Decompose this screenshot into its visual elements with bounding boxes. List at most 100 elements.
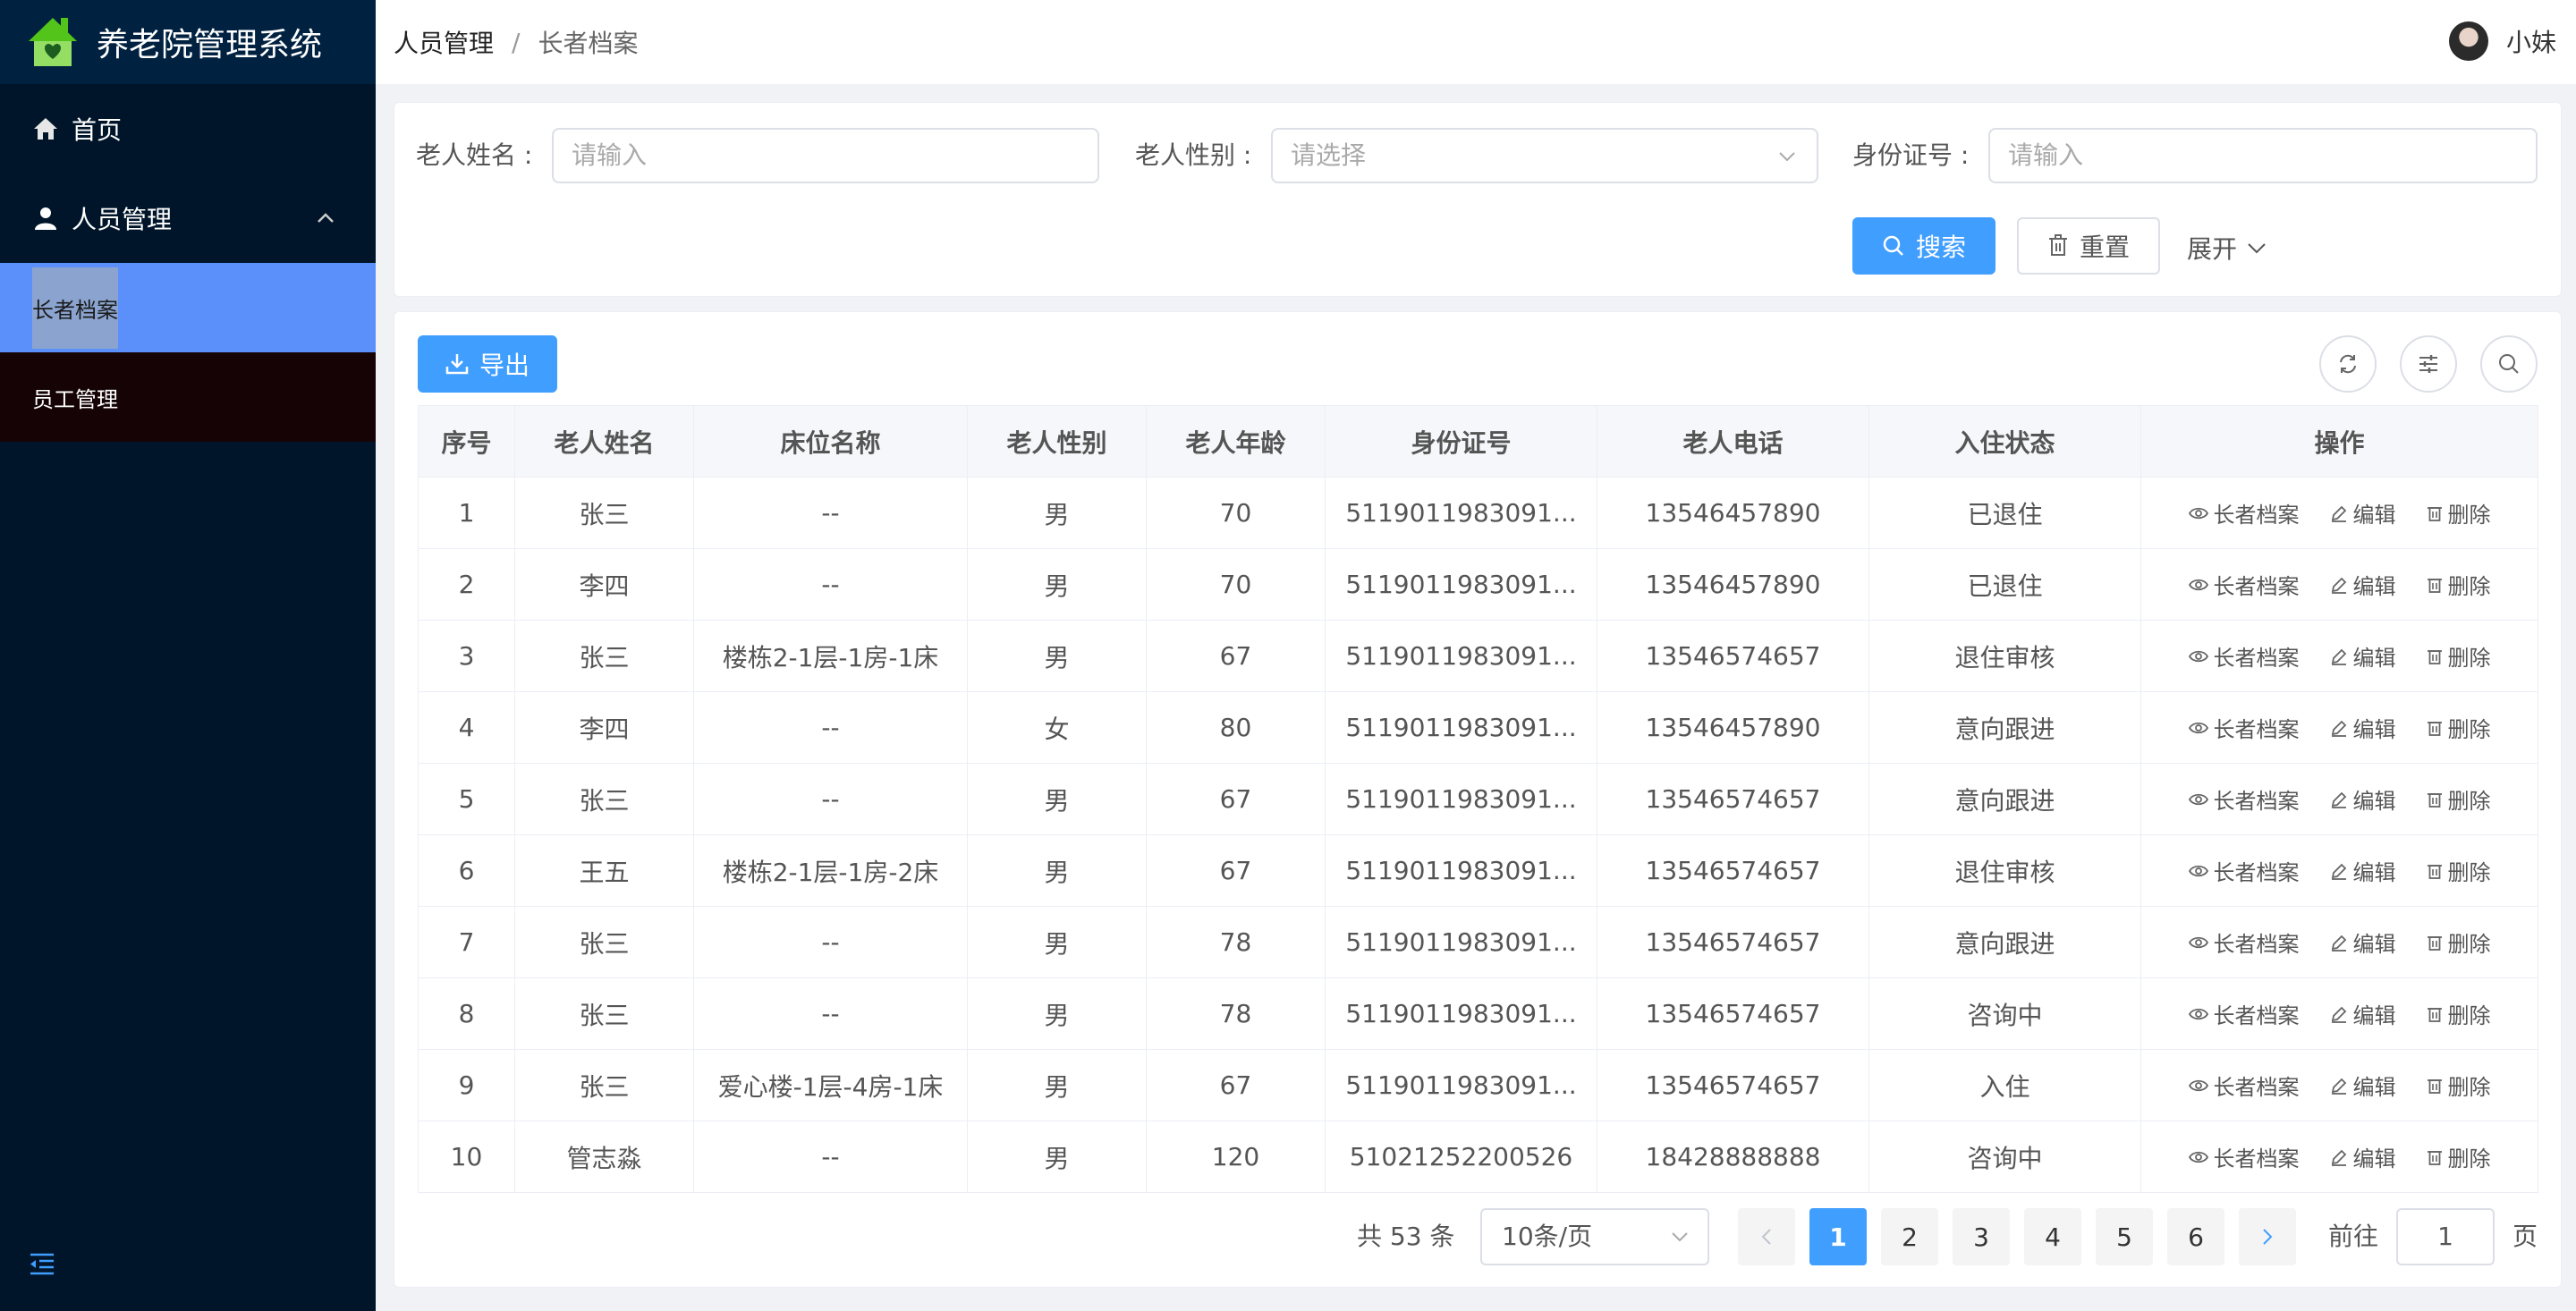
col-header-gender: 老人性别 xyxy=(967,405,1147,478)
logo-row: 养老院管理系统 xyxy=(0,0,376,84)
user-menu[interactable]: 小妹 xyxy=(2448,21,2556,61)
cell-age: 120 xyxy=(1146,1121,1326,1193)
cell-phone: 13546574657 xyxy=(1597,1049,1869,1121)
table-search-button[interactable] xyxy=(2480,335,2538,393)
page-button-2[interactable]: 2 xyxy=(1881,1208,1938,1265)
view-archive-link[interactable]: 长者档案 xyxy=(2188,712,2300,743)
download-icon xyxy=(445,354,469,375)
delete-link[interactable]: 删除 xyxy=(2427,640,2491,672)
cell-age: 78 xyxy=(1146,977,1326,1050)
page-button-4[interactable]: 4 xyxy=(2024,1208,2081,1265)
avatar[interactable] xyxy=(2448,21,2488,61)
delete-link[interactable]: 删除 xyxy=(2427,926,2491,958)
expand-toggle[interactable]: 展开 xyxy=(2187,230,2267,266)
delete-link[interactable]: 删除 xyxy=(2427,1070,2491,1101)
eye-icon xyxy=(2188,650,2208,662)
cell-index: 7 xyxy=(418,906,515,978)
delete-link[interactable]: 删除 xyxy=(2427,998,2491,1029)
view-archive-label: 长者档案 xyxy=(2213,789,2300,814)
edit-link[interactable]: 编辑 xyxy=(2330,640,2396,672)
edit-label: 编辑 xyxy=(2352,1003,2396,1028)
cell-name: 张三 xyxy=(514,763,694,835)
edit-link[interactable]: 编辑 xyxy=(2330,569,2396,600)
view-archive-link[interactable]: 长者档案 xyxy=(2188,1070,2300,1101)
edit-link[interactable]: 编辑 xyxy=(2330,926,2396,958)
breadcrumb-current: 长者档案 xyxy=(538,29,639,58)
table-row: 3 张三 楼栋2-1层-1房-1床男 67 5119011983091... 135465… xyxy=(418,620,2538,692)
page-button-6[interactable]: 6 xyxy=(2167,1208,2224,1265)
edit-link[interactable]: 编辑 xyxy=(2330,497,2396,529)
page-button-1[interactable]: 1 xyxy=(1809,1208,1867,1265)
page-size-select[interactable]: 10条/页 xyxy=(1480,1208,1709,1265)
sidebar: 养老院管理系统 首页 人员管理 长者档案 员工管理 xyxy=(0,0,376,1311)
sidebar-group-personnel[interactable]: 人员管理 xyxy=(0,173,376,263)
delete-link[interactable]: 删除 xyxy=(2427,783,2491,815)
page-button-5[interactable]: 5 xyxy=(2096,1208,2153,1265)
sliders-icon xyxy=(2419,355,2437,373)
cell-status: 意向跟进 xyxy=(1868,763,2141,835)
table-row: 5 张三 -- 男 67 5119011983091... 13546574657 意向跟进长… xyxy=(418,763,2538,835)
view-archive-link[interactable]: 长者档案 xyxy=(2188,569,2300,600)
sidebar-item-staff[interactable]: 员工管理 xyxy=(0,352,376,442)
goto-page-input[interactable]: 1 xyxy=(2396,1208,2495,1265)
edit-link[interactable]: 编辑 xyxy=(2330,783,2396,815)
expand-label: 展开 xyxy=(2187,234,2238,264)
next-page-button[interactable] xyxy=(2239,1208,2296,1265)
edit-link[interactable]: 编辑 xyxy=(2330,998,2396,1029)
delete-label: 删除 xyxy=(2447,1146,2491,1171)
refresh-button[interactable] xyxy=(2319,335,2377,393)
view-archive-link[interactable]: 长者档案 xyxy=(2188,497,2300,529)
cell-actions: 长者档案 编辑 删除 xyxy=(2140,548,2538,621)
user-name[interactable]: 小妹 xyxy=(2506,23,2556,59)
delete-link[interactable]: 删除 xyxy=(2427,1141,2491,1172)
cell-name: 李四 xyxy=(514,548,694,621)
cell-name: 李四 xyxy=(514,691,694,764)
view-archive-link[interactable]: 长者档案 xyxy=(2188,926,2300,958)
edit-link[interactable]: 编辑 xyxy=(2330,1141,2396,1172)
breadcrumb-parent[interactable]: 人员管理 xyxy=(394,24,494,60)
search-button[interactable]: 搜索 xyxy=(1852,217,1996,275)
name-input[interactable]: 请输入 xyxy=(552,128,1099,183)
edit-label: 编辑 xyxy=(2352,717,2396,742)
view-archive-link[interactable]: 长者档案 xyxy=(2188,1141,2300,1172)
export-button[interactable]: 导出 xyxy=(418,335,557,393)
sidebar-item-home[interactable]: 首页 xyxy=(0,84,376,173)
page-button-3[interactable]: 3 xyxy=(1953,1208,2010,1265)
view-archive-link[interactable]: 长者档案 xyxy=(2188,855,2300,886)
cell-phone: 13546574657 xyxy=(1597,620,1869,692)
elder-table: 序号 老人姓名 床位名称 老人性别 老人年龄 身份证号 老人电话 入住状态 操作… xyxy=(418,405,2538,1193)
reset-button[interactable]: 重置 xyxy=(2017,217,2160,275)
delete-link[interactable]: 删除 xyxy=(2427,569,2491,600)
table-row: 9 张三 爱心楼-1层-4房-1床男 67 5119011983091... 135465… xyxy=(418,1049,2538,1121)
view-archive-link[interactable]: 长者档案 xyxy=(2188,998,2300,1029)
cell-gender: 男 xyxy=(967,620,1147,692)
menu-fold-icon[interactable] xyxy=(29,1252,55,1275)
cell-actions: 长者档案 编辑 删除 xyxy=(2140,834,2538,907)
sidebar-item-elder-archive[interactable]: 长者档案 xyxy=(0,263,376,352)
cell-age: 70 xyxy=(1146,548,1326,621)
cell-age: 67 xyxy=(1146,834,1326,907)
cell-bed: -- xyxy=(693,763,968,835)
delete-link[interactable]: 删除 xyxy=(2427,497,2491,529)
delete-label: 删除 xyxy=(2447,932,2491,957)
cell-index: 3 xyxy=(418,620,515,692)
page-unit-label: 页 xyxy=(2512,1222,2538,1251)
edit-link[interactable]: 编辑 xyxy=(2330,1070,2396,1101)
cell-bed: 楼栋2-1层-1房-2床 xyxy=(693,834,968,907)
view-archive-label: 长者档案 xyxy=(2213,1146,2300,1171)
edit-label: 编辑 xyxy=(2352,1146,2396,1171)
cell-name: 张三 xyxy=(514,1049,694,1121)
delete-link[interactable]: 删除 xyxy=(2427,712,2491,743)
gender-select[interactable]: 请选择 xyxy=(1271,128,1818,183)
prev-page-button[interactable] xyxy=(1738,1208,1795,1265)
edit-label: 编辑 xyxy=(2352,503,2396,528)
cell-gender: 男 xyxy=(967,906,1147,978)
edit-link[interactable]: 编辑 xyxy=(2330,855,2396,886)
cell-phone: 18428888888 xyxy=(1597,1121,1869,1193)
view-archive-link[interactable]: 长者档案 xyxy=(2188,640,2300,672)
edit-link[interactable]: 编辑 xyxy=(2330,712,2396,743)
delete-link[interactable]: 删除 xyxy=(2427,855,2491,886)
column-settings-button[interactable] xyxy=(2400,335,2457,393)
view-archive-link[interactable]: 长者档案 xyxy=(2188,783,2300,815)
id-input[interactable]: 请输入 xyxy=(1988,128,2538,183)
